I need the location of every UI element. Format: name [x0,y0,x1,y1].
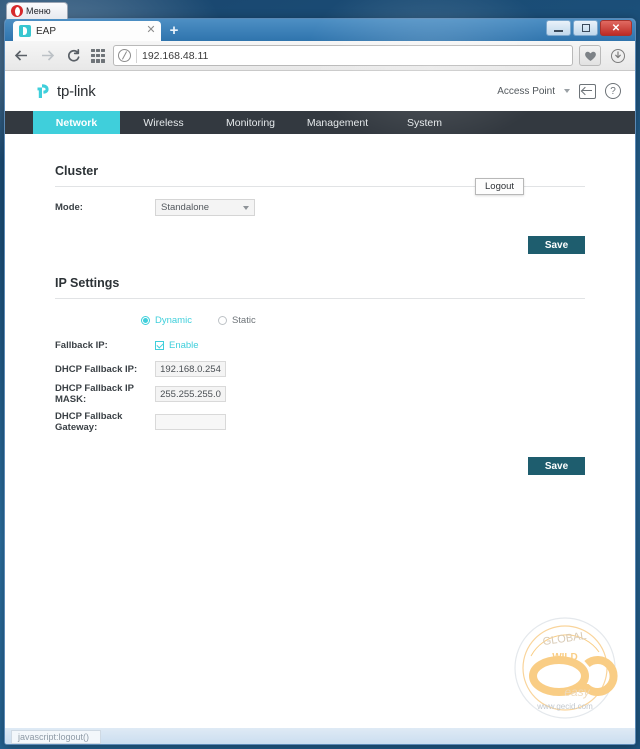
fallback-enable-checkbox[interactable]: Enable [155,340,199,351]
maximize-button[interactable] [573,20,598,36]
tplink-logo-icon [33,81,53,101]
dhcp-fallback-mask-input[interactable]: 255.255.255.0 [155,386,226,402]
brand-name: tp-link [57,82,96,100]
forward-arrow-icon [41,50,54,61]
downloads-button[interactable] [607,45,629,66]
chevron-down-icon [243,206,249,210]
address-bar[interactable]: 192.168.48.11 [113,45,573,66]
window-controls: ✕ [546,20,632,36]
radio-dynamic-indicator [141,316,150,325]
nav-item-management[interactable]: Management [294,111,381,134]
gecid-watermark: GLOBAL WILD easy www.gecid.com [514,617,618,719]
opera-menu-button[interactable]: Меню [6,2,68,19]
ip-settings-save-button[interactable]: Save [528,457,585,475]
url-divider [136,48,137,63]
browser-window: EAP ✕ + ✕ 192.168.48.11 tp-link Access P… [4,18,636,745]
fallback-enable-label: Enable [169,340,199,351]
cluster-mode-row: Mode: Standalone [55,199,585,216]
nav-item-system[interactable]: System [381,111,468,134]
radio-static-indicator [217,316,227,325]
cluster-save-button[interactable]: Save [528,236,585,254]
dhcp-fallback-ip-input[interactable]: 192.168.0.254 [155,361,226,377]
ip-settings-actions: Save [55,457,585,475]
logout-icon[interactable] [579,83,596,99]
svg-text:www.gecid.com: www.gecid.com [536,702,593,711]
close-icon[interactable]: ✕ [145,25,157,37]
minimize-button[interactable] [546,20,571,36]
status-link-text: javascript:logout() [11,730,101,744]
new-tab-button[interactable]: + [165,22,183,40]
svg-text:WILD: WILD [552,652,578,663]
dhcp-fallback-ip-label: DHCP Fallback IP: [55,363,138,375]
radio-dynamic[interactable]: Dynamic [141,315,192,326]
chevron-down-icon[interactable] [564,89,570,93]
dhcp-fallback-gateway-label: DHCP Fallback Gateway: [55,411,123,433]
page-content: Cluster Mode: Standalone Save IP Setting… [5,134,635,475]
heart-icon [584,51,596,61]
fallback-ip-row: Fallback IP: Enable [55,340,585,351]
dhcp-fallback-mask-row: DHCP Fallback IP MASK: 255.255.255.0 [55,383,585,405]
help-question-icon[interactable]: ? [605,83,621,99]
download-icon [611,48,625,63]
svg-text:easy: easy [564,685,590,699]
dhcp-fallback-gateway-input[interactable] [155,414,226,430]
cluster-mode-select[interactable]: Standalone [155,199,255,216]
dhcp-fallback-gateway-row: DHCP Fallback Gateway: [55,411,585,433]
tplink-favicon [19,25,31,37]
page-viewport: tp-link Access Point ? Network Wireless … [5,71,635,728]
opera-menu-label: Меню [26,6,51,16]
globe-icon [118,49,131,62]
back-arrow-icon [14,50,27,61]
device-mode-label: Access Point [497,85,555,97]
main-navigation: Network Wireless Monitoring Management S… [5,111,635,134]
reload-button[interactable] [63,46,83,66]
cluster-mode-label: Mode: [55,202,83,213]
nav-item-monitoring[interactable]: Monitoring [207,111,294,134]
forward-button[interactable] [37,46,57,66]
bookmark-heart-button[interactable] [579,45,601,66]
opera-logo-icon [11,5,23,17]
tab-title: EAP [36,25,57,37]
checkbox-indicator [155,341,164,350]
speed-dial-icon[interactable] [89,47,107,65]
fallback-ip-label: Fallback IP: [55,340,108,351]
radio-static-label: Static [231,315,256,326]
desktop-background: Меню EAP ✕ + ✕ 192.168.48.11 tp-link Acc… [0,0,640,749]
radio-dynamic-label: Dynamic [155,315,192,326]
browser-toolbar: 192.168.48.11 [5,41,635,71]
nav-item-network[interactable]: Network [33,111,120,134]
ip-settings-section-title: IP Settings [55,276,585,299]
back-button[interactable] [11,46,31,66]
cluster-mode-value: Standalone [161,202,210,213]
radio-static[interactable]: Static [217,315,256,326]
logout-tooltip: Logout [475,178,525,195]
browser-tabstrip: EAP ✕ + ✕ [5,19,635,41]
svg-text:GLOBAL: GLOBAL [542,630,587,648]
header-actions: Access Point ? [497,83,621,99]
dhcp-fallback-ip-row: DHCP Fallback IP: 192.168.0.254 [55,361,585,377]
reload-icon [67,48,79,62]
cluster-actions: Save [55,236,585,254]
browser-statusbar: javascript:logout() [5,728,635,744]
brand-logo: tp-link [33,81,96,101]
tplink-header: tp-link Access Point ? [5,71,635,111]
ip-mode-radio-group: Dynamic Static [141,315,585,326]
nav-item-wireless[interactable]: Wireless [120,111,207,134]
close-window-button[interactable]: ✕ [600,20,632,36]
dhcp-fallback-mask-label: DHCP Fallback IP MASK: [55,383,134,405]
url-text: 192.168.48.11 [142,49,209,62]
browser-tab-eap[interactable]: EAP ✕ [13,21,161,41]
